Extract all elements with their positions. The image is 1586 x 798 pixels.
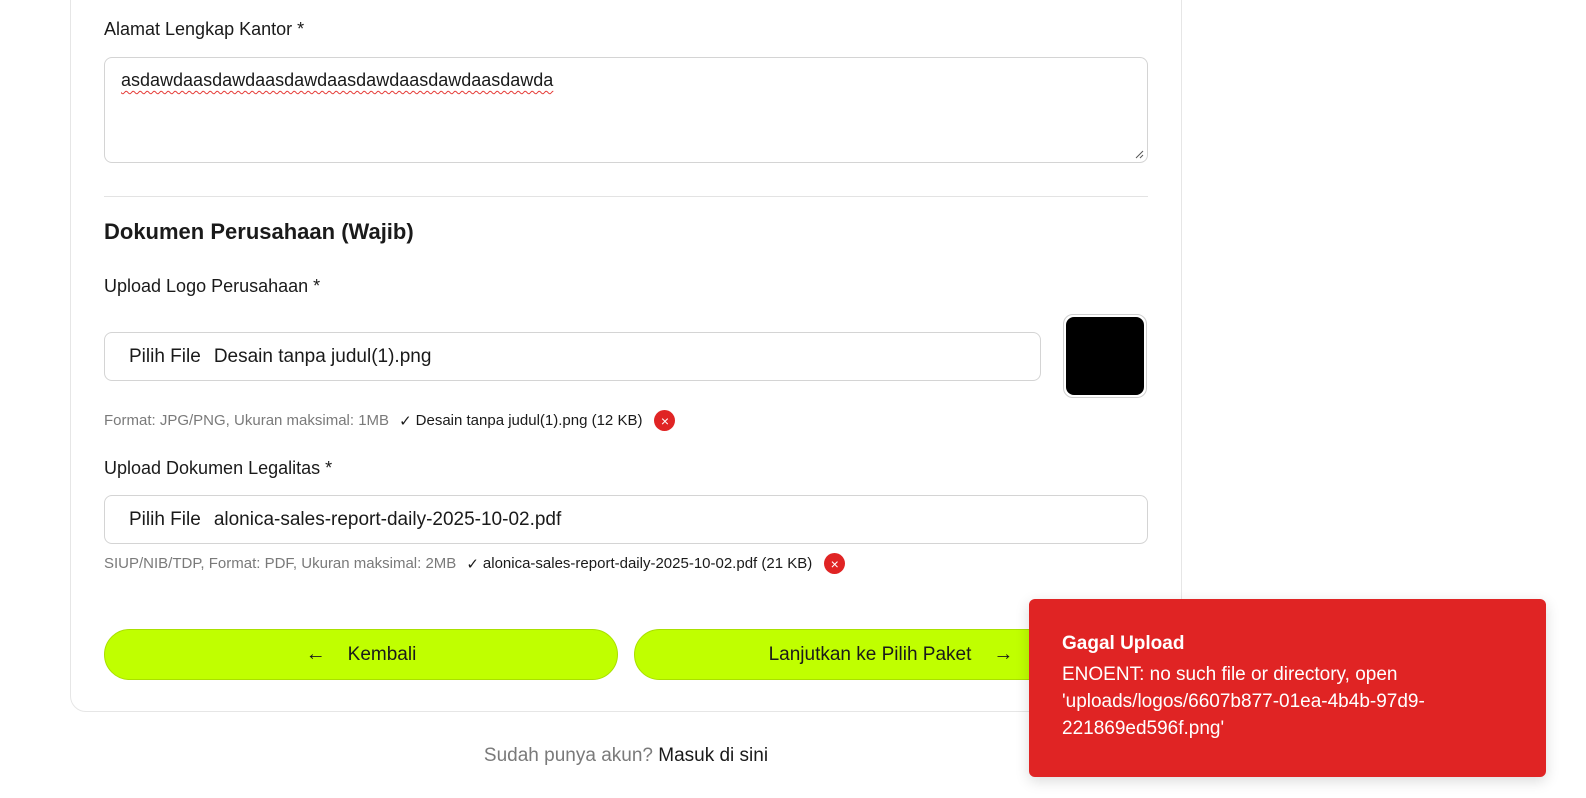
back-button-label: Kembali (347, 643, 417, 665)
resize-grip-icon[interactable] (1134, 149, 1144, 159)
address-textarea[interactable]: asdawdaasdawdaasdawdaasdawdaasdawdaasdaw… (104, 57, 1148, 163)
toast-message: ENOENT: no such file or directory, open … (1062, 664, 1425, 739)
logo-choose-file-button[interactable]: Pilih File (129, 346, 201, 368)
login-prompt: Sudah punya akun? (483, 745, 653, 766)
logo-uploaded-file: Desain tanpa judul(1).png (12 KB) (415, 412, 643, 429)
login-link[interactable]: Masuk di sini (658, 745, 768, 766)
logo-preview-image (1066, 317, 1144, 395)
logo-hint-row: Format: JPG/PNG, Ukuran maksimal: 1MB ✓ … (104, 410, 676, 431)
legal-uploaded-file: alonica-sales-report-daily-2025-10-02.pd… (482, 555, 813, 572)
arrow-left-icon: ← (305, 643, 326, 665)
address-value: asdawdaasdawdaasdawdaasdawdaasdawdaasdaw… (121, 70, 554, 90)
logo-file-name: Desain tanpa judul(1).png (213, 345, 432, 367)
legal-remove-icon[interactable]: × (824, 553, 846, 574)
address-label: Alamat Lengkap Kantor * (104, 19, 305, 39)
legal-file-input[interactable]: Pilih File alonica-sales-report-daily-20… (104, 495, 1148, 544)
logo-check-icon: ✓ (399, 412, 412, 430)
legal-choose-file-button[interactable]: Pilih File (129, 509, 201, 531)
section-divider (104, 196, 1148, 197)
logo-file-input[interactable]: Pilih File Desain tanpa judul(1).png (104, 332, 1041, 381)
logo-format-hint: Format: JPG/PNG, Ukuran maksimal: 1MB (104, 412, 390, 429)
legal-file-name: alonica-sales-report-daily-2025-10-02.pd… (213, 508, 562, 530)
continue-button-label: Lanjutkan ke Pilih Paket (768, 643, 972, 665)
documents-section-title: Dokumen Perusahaan (Wajib) (104, 219, 414, 244)
legal-check-icon: ✓ (466, 555, 479, 573)
logo-upload-label: Upload Logo Perusahaan * (104, 276, 321, 296)
error-toast[interactable]: Gagal Upload ENOENT: no such file or dir… (1029, 599, 1546, 777)
back-button[interactable]: ← Kembali (104, 629, 618, 680)
toast-title: Gagal Upload (1062, 633, 1185, 654)
logo-remove-icon[interactable]: × (654, 410, 676, 431)
legal-hint-row: SIUP/NIB/TDP, Format: PDF, Ukuran maksim… (104, 553, 846, 574)
arrow-right-icon: → (993, 643, 1014, 665)
logo-preview (1063, 314, 1147, 398)
legal-format-hint: SIUP/NIB/TDP, Format: PDF, Ukuran maksim… (104, 555, 457, 572)
legal-upload-label: Upload Dokumen Legalitas * (104, 458, 333, 478)
